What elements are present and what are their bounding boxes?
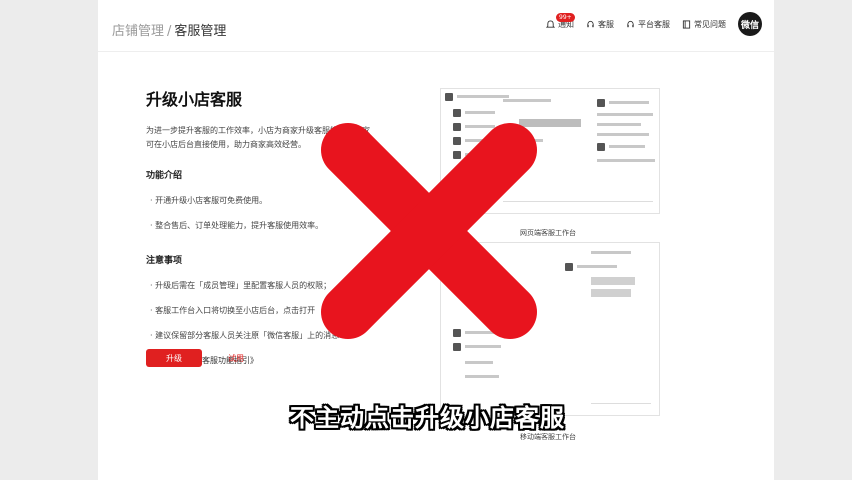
breadcrumb-current: 客服管理 — [174, 24, 227, 39]
action-buttons: 升级 试用 — [146, 349, 244, 367]
headset-icon — [587, 20, 594, 27]
nav-notifications[interactable]: 99+ 通知 — [546, 12, 575, 30]
bell-icon — [546, 19, 555, 28]
book-icon — [682, 19, 691, 29]
trial-button[interactable]: 试用 — [228, 353, 244, 364]
red-cross-icon — [321, 123, 537, 339]
upgrade-button[interactable]: 升级 — [146, 349, 202, 367]
nav-platform-service-label: 平台客服 — [638, 19, 670, 29]
top-bar: 店铺管理 / 客服管理 99+ 通知 客服 平台客服 常见问题 微信 — [98, 0, 774, 52]
breadcrumb-separator: / — [167, 24, 172, 39]
mobile-workbench-caption: 移动端客服工作台 — [520, 433, 576, 441]
nav-customer-service-label: 客服 — [598, 19, 614, 29]
nav-faq-label: 常见问题 — [694, 19, 726, 29]
headset-icon — [627, 20, 634, 27]
breadcrumb-parent[interactable]: 店铺管理 — [112, 24, 164, 39]
breadcrumb: 店铺管理 / 客服管理 — [112, 20, 226, 39]
top-nav: 99+ 通知 客服 平台客服 常见问题 微信 — [534, 12, 762, 36]
nav-faq[interactable]: 常见问题 — [682, 19, 726, 30]
page-title: 升级小店客服 — [146, 90, 243, 109]
nav-platform-service[interactable]: 平台客服 — [626, 19, 670, 30]
avatar[interactable]: 微信 — [738, 12, 762, 36]
video-subtitle: 不主动点击升级小店客服 — [290, 404, 565, 432]
notification-badge: 99+ — [556, 12, 575, 22]
nav-customer-service[interactable]: 客服 — [586, 19, 614, 30]
